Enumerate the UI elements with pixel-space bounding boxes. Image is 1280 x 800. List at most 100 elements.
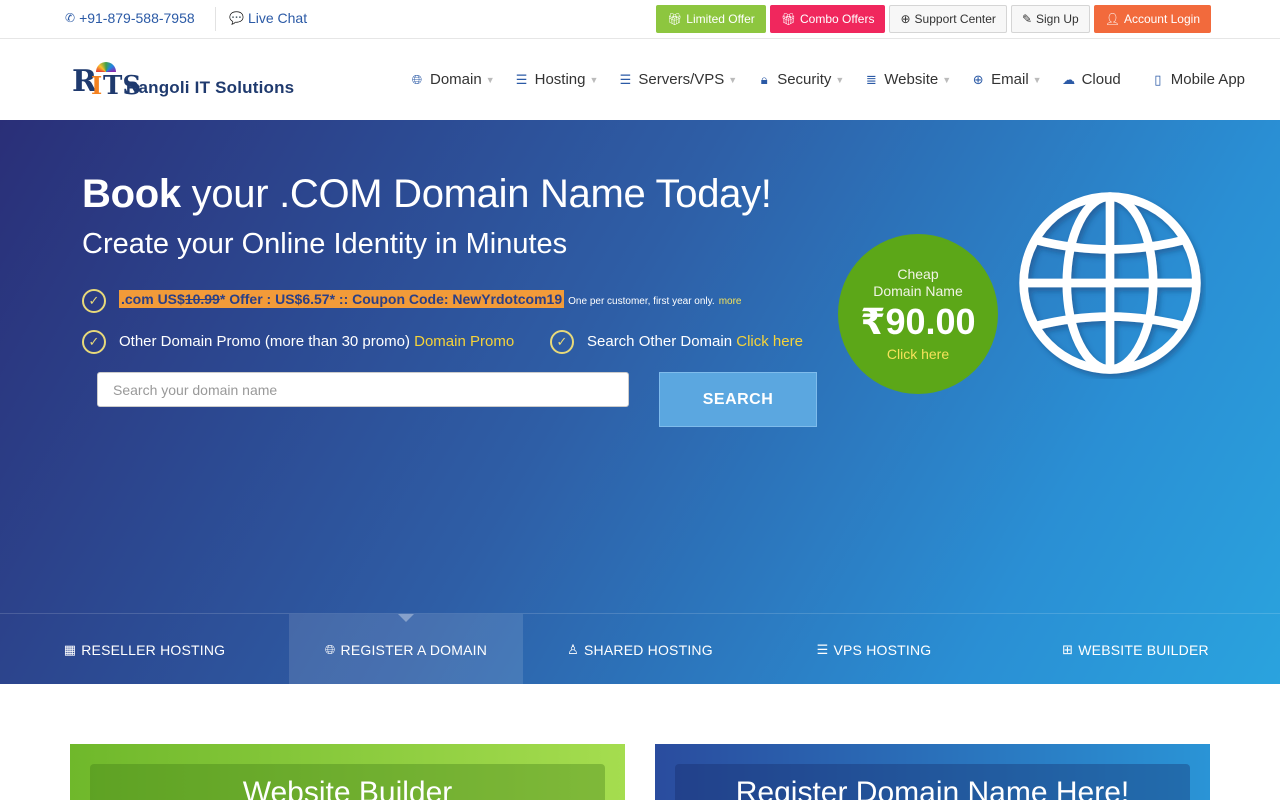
other-search: Search Other Domain Click here: [587, 333, 803, 350]
nav-menu: 🌐︎ Domain ▼ ☰ Hosting ▼ ☰ Servers/VPS ▼ …: [410, 39, 1265, 120]
lifebuoy-icon: ⊕: [972, 71, 984, 87]
badge-click-here-link[interactable]: Click here: [887, 346, 949, 362]
promo-highlight: .com US$10.99* Offer : US$6.57* :: Coupo…: [119, 290, 565, 308]
register-domain-card-header: Register Domain Name Here!: [675, 764, 1190, 800]
grid-icon: ▦: [63, 641, 77, 657]
caret-down-icon: ▼: [942, 74, 952, 85]
promo-prefix: .com US$: [121, 291, 185, 307]
main-navbar: R I TS Rangoli IT Solutions 🌐︎ Domain ▼ ☰ …: [0, 39, 1280, 120]
sign-up-button[interactable]: ✎ Sign Up: [1010, 5, 1090, 33]
tab-label: SHARED HOSTING: [584, 641, 713, 658]
globe-icon: [1019, 192, 1201, 374]
nav-item-label: Security: [777, 71, 832, 88]
check-circle-icon: ✓: [82, 289, 106, 313]
lifebuoy-icon: ⊕: [900, 12, 911, 26]
hero-title: Book your .COM Domain Name Today!: [82, 172, 772, 217]
account-login-button[interactable]: 👤︎ Account Login: [1093, 5, 1211, 33]
com-promo: .com US$10.99* Offer : US$6.57* :: Coupo…: [119, 290, 741, 308]
nav-item-website[interactable]: ≣ Website ▼: [864, 71, 951, 88]
tab-label: RESELLER HOSTING: [81, 641, 226, 658]
limited-offer-button[interactable]: 🎁︎ Limited Offer: [656, 5, 766, 33]
nav-item-label: Domain: [430, 71, 482, 88]
nav-item-label: Hosting: [534, 71, 586, 88]
limited-offer-label: Limited Offer: [686, 12, 755, 26]
caret-down-icon: ▼: [485, 74, 495, 85]
live-chat-link[interactable]: 💬 Live Chat: [229, 10, 307, 26]
search-button[interactable]: SEARCH: [659, 372, 817, 427]
hero-section: Book your .COM Domain Name Today! Create…: [0, 120, 1280, 684]
logo-mark: R I TS: [72, 62, 142, 101]
domain-search-input[interactable]: [97, 372, 629, 407]
caret-down-icon: ▼: [728, 74, 738, 85]
domain-promo-link[interactable]: Domain Promo: [414, 333, 514, 350]
nav-item-label: Email: [991, 71, 1029, 88]
nav-item-domain[interactable]: 🌐︎ Domain ▼: [410, 71, 495, 88]
logo-name: Rangoli IT Solutions: [126, 78, 295, 97]
nav-item-security[interactable]: 🔒︎ Security ▼: [757, 71, 845, 88]
cheap-domain-badge[interactable]: Cheap Domain Name ₹90.00 Click here: [838, 234, 998, 394]
promo-more-link[interactable]: more: [719, 296, 742, 307]
pencil-icon: ✎: [1021, 12, 1032, 26]
search-other-domain-link[interactable]: Click here: [736, 333, 803, 350]
site-logo[interactable]: R I TS Rangoli IT Solutions: [72, 62, 295, 101]
tab-label: VPS HOSTING: [833, 641, 932, 658]
website-builder-card-header: Website Builder: [90, 764, 605, 800]
phone-icon: ✆: [65, 11, 76, 25]
globe-icon: 🌐︎: [324, 641, 336, 657]
register-domain-card: Register Domain Name Here!: [655, 744, 1210, 800]
website-builder-card: Website Builder: [70, 744, 625, 800]
gift-icon: 🎁︎: [667, 12, 683, 26]
nav-item-label: Website: [884, 71, 939, 88]
support-center-label: Support Center: [914, 12, 996, 26]
live-chat-label: Live Chat: [247, 10, 308, 26]
card-title: Website Builder: [242, 776, 453, 800]
topbar-divider: [215, 7, 216, 31]
badge-price: ₹90.00: [860, 301, 976, 342]
other-promo: Other Domain Promo (more than 30 promo) …: [119, 333, 514, 350]
tab-website-builder[interactable]: ⊞ WEBSITE BUILDER: [991, 614, 1280, 684]
server-icon: ☰: [816, 641, 829, 657]
topbar-buttons: 🎁︎ Limited Offer 🎁︎ Combo Offers ⊕ Suppo…: [656, 5, 1211, 33]
windows-icon: ⊞: [1062, 641, 1074, 657]
other-promo-text: Other Domain Promo (more than 30 promo): [119, 333, 410, 350]
nav-item-servers-vps[interactable]: ☰ Servers/VPS ▼: [618, 71, 738, 88]
nav-item-cloud[interactable]: ☁ Cloud: [1062, 71, 1121, 88]
account-login-label: Account Login: [1123, 12, 1200, 26]
nav-item-label: Cloud: [1081, 71, 1121, 88]
nav-item-mobile-app[interactable]: ▯ Mobile App: [1151, 71, 1245, 88]
support-center-button[interactable]: ⊕ Support Center: [889, 5, 1007, 33]
caret-down-icon: ▼: [589, 74, 599, 85]
tab-shared-hosting[interactable]: ♙ SHARED HOSTING: [523, 614, 757, 684]
nav-item-email[interactable]: ⊕ Email ▼: [971, 71, 1042, 88]
caret-down-icon: ▼: [1032, 74, 1042, 85]
gift-icon: 🎁︎: [780, 12, 796, 26]
server-stack-icon: ☰: [619, 71, 632, 87]
badge-line1: Cheap: [897, 266, 939, 282]
product-tabs: ▦ RESELLER HOSTING 🌐︎ REGISTER A DOMAIN …: [0, 613, 1280, 684]
list-icon: ≣: [865, 71, 877, 87]
hero-title-bold: Book: [82, 172, 181, 216]
globe-icon: 🌐︎: [411, 71, 423, 87]
combo-offers-button[interactable]: 🎁︎ Combo Offers: [769, 5, 886, 33]
sign-up-label: Sign Up: [1036, 12, 1079, 26]
tab-label: WEBSITE BUILDER: [1078, 641, 1209, 658]
nav-item-label: Servers/VPS: [638, 71, 725, 88]
tab-reseller-hosting[interactable]: ▦ RESELLER HOSTING: [0, 614, 289, 684]
card-title: Register Domain Name Here!: [735, 776, 1130, 800]
caret-down-icon: ▼: [835, 74, 845, 85]
user-icon: 👤︎: [1104, 12, 1120, 26]
lock-icon: 🔒︎: [760, 71, 768, 87]
other-search-text: Search Other Domain: [587, 333, 733, 350]
promo-note: One per customer, first year only.: [568, 296, 715, 307]
phone-number: +91-879-588-7958: [79, 10, 195, 26]
combo-offers-label: Combo Offers: [800, 12, 875, 26]
cloud-icon: ☁: [1062, 71, 1076, 87]
tab-vps-hosting[interactable]: ☰ VPS HOSTING: [757, 614, 991, 684]
server-icon: ☰: [515, 71, 528, 87]
nav-item-label: Mobile App: [1170, 71, 1245, 88]
tab-label: REGISTER A DOMAIN: [340, 641, 488, 658]
phone-link[interactable]: ✆ +91-879-588-7958: [65, 10, 195, 26]
tab-register-a-domain[interactable]: 🌐︎ REGISTER A DOMAIN: [289, 614, 523, 684]
nav-item-hosting[interactable]: ☰ Hosting ▼: [515, 71, 599, 88]
promo-old-price: 10.99: [184, 291, 220, 307]
